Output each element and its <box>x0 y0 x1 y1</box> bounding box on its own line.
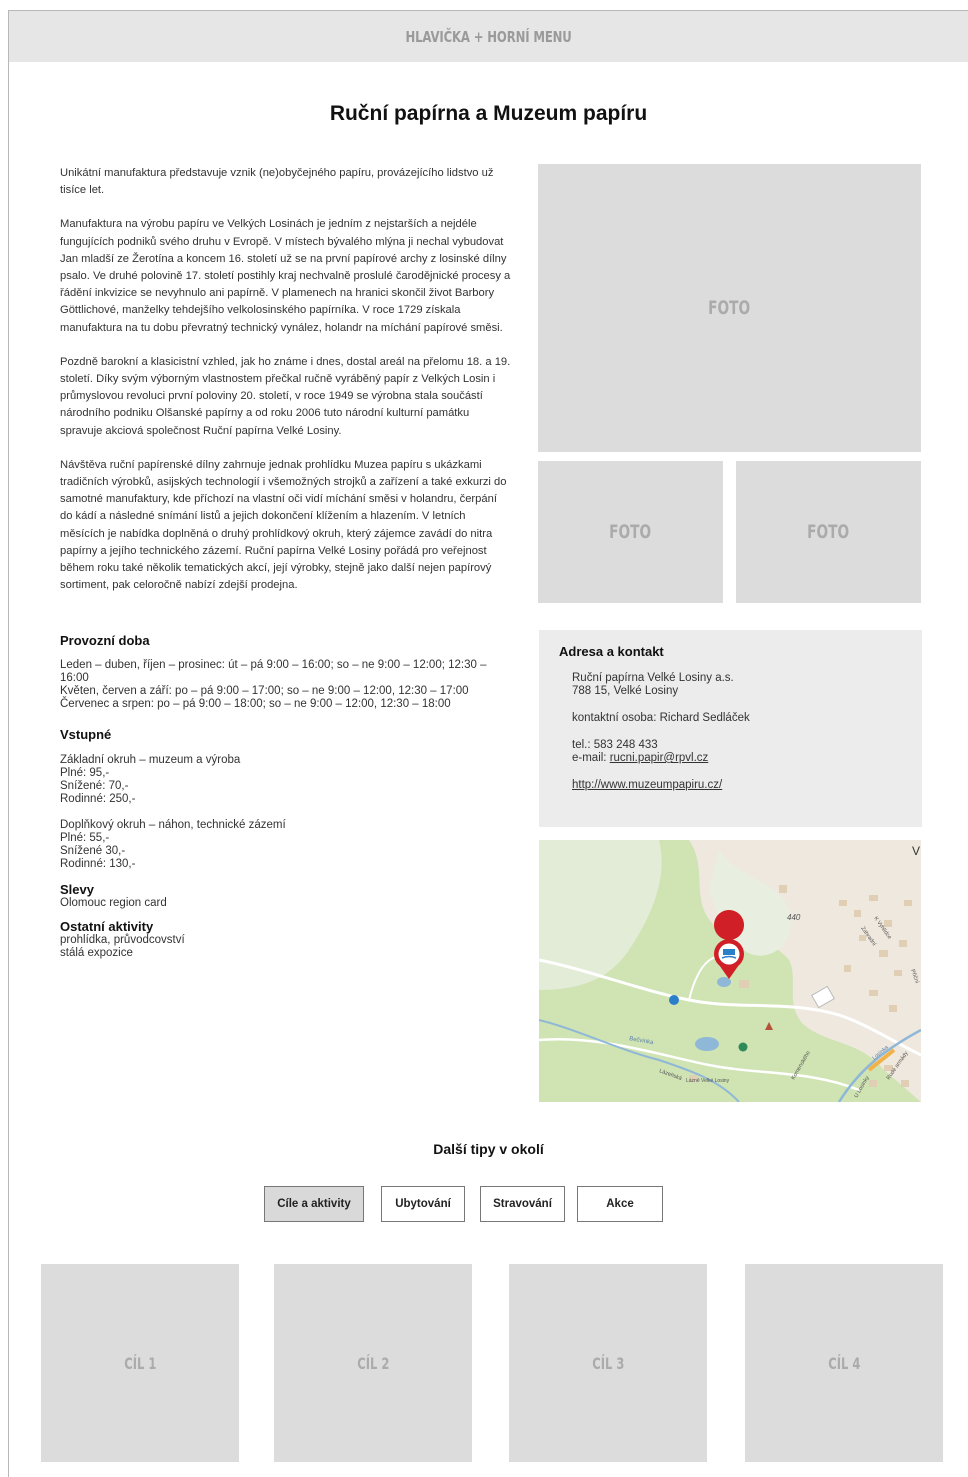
contact-box: Adresa a kontakt Ruční papírna Velké Los… <box>539 630 922 827</box>
map-poi-icon[interactable] <box>669 995 679 1005</box>
other-activities-line: prohlídka, průvodcovství <box>60 934 185 946</box>
hours-line: Květen, červen a září: po – pá 9:00 – 17… <box>60 685 469 697</box>
contact-email-prefix: e-mail: <box>572 752 610 764</box>
contact-phone: tel.: 583 248 433 <box>572 739 658 751</box>
tab-dining[interactable]: Stravování <box>480 1186 565 1222</box>
photo-left[interactable]: FOTO <box>538 461 723 603</box>
map-canvas[interactable]: 440 V Bečvinka Lázeňská Lázně Velké Losi… <box>539 840 921 1102</box>
photo-label: FOTO <box>807 521 850 543</box>
discounts-line: Olomouc region card <box>60 897 167 909</box>
tip-card[interactable]: CÍL 1 <box>41 1264 239 1462</box>
admission-line: Základní okruh – muzeum a výroba <box>60 754 241 766</box>
admission-line: Snížené 30,- <box>60 845 126 857</box>
other-activities-line: stálá expozice <box>60 947 133 959</box>
hours-line: Leden – duben, říjen – prosinec: út – pá… <box>60 659 487 684</box>
intro-text: Unikátní manufaktura představuje vznik (… <box>60 165 512 611</box>
tab-accommodation[interactable]: Ubytování <box>381 1186 465 1222</box>
pond <box>695 1037 719 1051</box>
photo-right[interactable]: FOTO <box>736 461 921 603</box>
tip-card-label: CÍL 2 <box>356 1353 390 1373</box>
contact-company: Ruční papírna Velké Losiny a.s. <box>572 672 734 684</box>
contact-web-link[interactable]: http://www.muzeumpapiru.cz/ <box>572 779 722 791</box>
header-label: HLAVIČKA + HORNÍ MENU <box>405 27 572 46</box>
contact-email-link[interactable]: rucni.papir@rpvl.cz <box>610 752 709 764</box>
admission-title: Vstupné <box>60 727 112 742</box>
header-menu-placeholder[interactable]: HLAVIČKA + HORNÍ MENU <box>9 11 968 62</box>
photo-main[interactable]: FOTO <box>538 164 921 452</box>
photo-label: FOTO <box>609 521 652 543</box>
intro-paragraph: Manufaktura na výrobu papíru ve Velkých … <box>60 218 511 334</box>
contact-person: kontaktní osoba: Richard Sedláček <box>572 712 750 724</box>
admission-line: Rodinné: 130,- <box>60 858 136 870</box>
admission-line: Plné: 55,- <box>60 832 110 844</box>
location-map[interactable]: 440 V Bečvinka Lázeňská Lázně Velké Losi… <box>539 840 921 1102</box>
contact-email-row: e-mail: rucni.papir@rpvl.cz <box>572 752 922 765</box>
admission-line: Snížené: 70,- <box>60 780 129 792</box>
tip-card[interactable]: CÍL 2 <box>274 1264 472 1462</box>
page-title: Ruční papírna a Muzeum papíru <box>329 102 648 125</box>
discounts-title: Slevy <box>60 882 94 897</box>
map-corner-letter: V <box>912 844 920 858</box>
tab-goals-activities[interactable]: Cíle a aktivity <box>264 1186 364 1222</box>
intro-paragraph: Návštěva ruční papírenské dílny zahrnuje… <box>60 458 507 592</box>
map-elevation-label: 440 <box>787 913 801 922</box>
tip-card-label: CÍL 4 <box>827 1353 861 1373</box>
admission-line: Plné: 95,- <box>60 767 110 779</box>
admission-line: Doplňkový okruh – náhon, technické zázem… <box>60 819 286 831</box>
photo-label: FOTO <box>708 297 751 319</box>
other-activities-title: Ostatní aktivity <box>60 919 154 934</box>
map-label-lazne: Lázně Velké Losiny <box>686 1078 730 1084</box>
tip-card[interactable]: CÍL 3 <box>509 1264 707 1462</box>
tab-events[interactable]: Akce <box>577 1186 663 1222</box>
intro-paragraph: Pozdně barokní a klasicistní vzhled, jak… <box>60 355 511 437</box>
contact-address: 788 15, Velké Losiny <box>572 685 679 697</box>
contact-title: Adresa a kontakt <box>559 644 664 659</box>
tip-card-label: CÍL 3 <box>591 1353 625 1373</box>
tip-card[interactable]: CÍL 4 <box>745 1264 943 1462</box>
intro-paragraph: Unikátní manufaktura představuje vznik (… <box>60 167 494 197</box>
admission-line: Rodinné: 250,- <box>60 793 136 805</box>
hours-title: Provozní doba <box>60 633 150 648</box>
map-tree-icon[interactable] <box>738 1042 748 1052</box>
tips-title: Další tipy v okolí <box>433 1141 544 1157</box>
visitor-info: Provozní doba Leden – duben, říjen – pro… <box>60 633 510 960</box>
tip-card-label: CÍL 1 <box>123 1353 157 1373</box>
hours-line: Červenec a srpen: po – pá 9:00 – 18:00; … <box>60 698 451 710</box>
